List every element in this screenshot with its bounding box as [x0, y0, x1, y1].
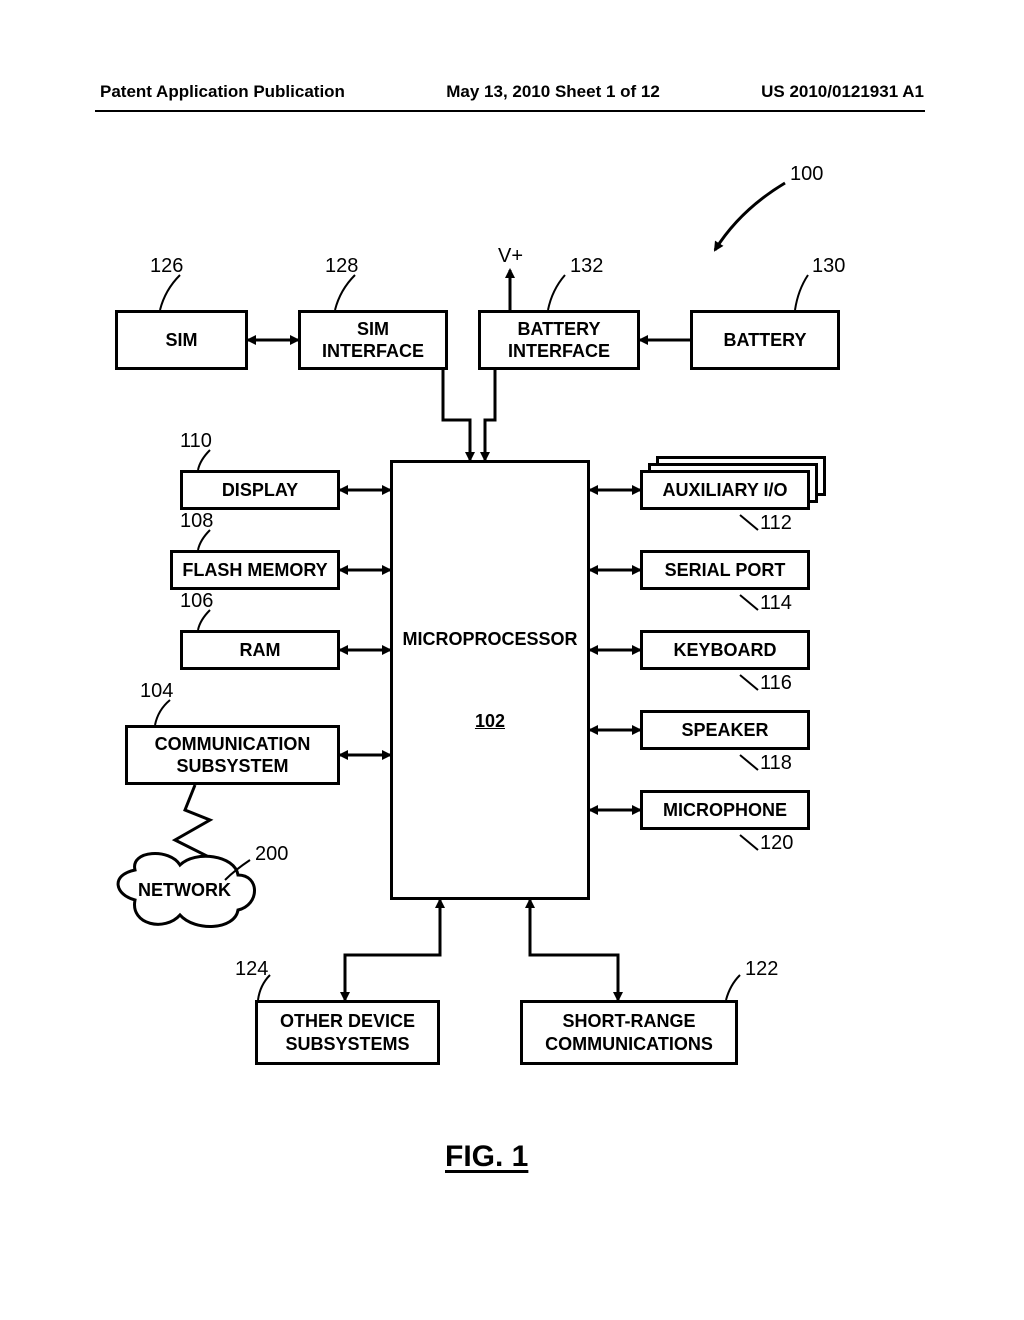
- short-range-label: SHORT-RANGE COMMUNICATIONS: [545, 1010, 713, 1055]
- flash-memory-label: FLASH MEMORY: [182, 559, 327, 582]
- other-device-label: OTHER DEVICE SUBSYSTEMS: [280, 1010, 415, 1055]
- ref-ram: 106: [180, 590, 213, 613]
- sim-interface-label: SIM INTERFACE: [322, 318, 424, 363]
- block-display: DISPLAY: [180, 470, 340, 510]
- ref-display: 110: [180, 430, 212, 453]
- ref-short-range: 122: [745, 958, 778, 981]
- vplus-label: V+: [498, 245, 523, 268]
- comm-subsystem-label: COMMUNICATION SUBSYSTEM: [155, 733, 311, 778]
- block-other-device: OTHER DEVICE SUBSYSTEMS: [255, 1000, 440, 1065]
- display-label: DISPLAY: [222, 479, 298, 502]
- serial-port-label: SERIAL PORT: [665, 559, 786, 582]
- network-label: NETWORK: [138, 880, 231, 900]
- ref-comm-subsystem: 104: [140, 680, 173, 703]
- ref-sim-interface: 128: [325, 255, 358, 278]
- microphone-label: MICROPHONE: [663, 799, 787, 822]
- ref-serial-port: 114: [760, 592, 792, 615]
- ref-flash-memory: 108: [180, 510, 213, 533]
- block-sim-interface: SIM INTERFACE: [298, 310, 448, 370]
- block-ram: RAM: [180, 630, 340, 670]
- microprocessor-label: MICROPROCESSOR: [402, 628, 577, 651]
- block-battery: BATTERY: [690, 310, 840, 370]
- keyboard-label: KEYBOARD: [673, 639, 776, 662]
- block-battery-interface: BATTERY INTERFACE: [478, 310, 640, 370]
- ref-battery-interface: 132: [570, 255, 603, 278]
- block-sim: SIM: [115, 310, 248, 370]
- figure-caption: FIG. 1: [445, 1140, 528, 1174]
- diagram-canvas: 100 V+ SIM 126 SIM INTERFACE 128 BATTERY…: [0, 0, 1024, 1320]
- block-microprocessor: MICROPROCESSOR 102: [390, 460, 590, 900]
- ref-sim: 126: [150, 255, 183, 278]
- ref-network: 200: [255, 843, 288, 866]
- battery-label: BATTERY: [724, 329, 807, 352]
- block-short-range: SHORT-RANGE COMMUNICATIONS: [520, 1000, 738, 1065]
- aux-io-label: AUXILIARY I/O: [662, 479, 787, 502]
- ref-other-device: 124: [235, 958, 268, 981]
- ref-microphone: 120: [760, 832, 793, 855]
- microprocessor-ref: 102: [475, 710, 505, 733]
- ref-aux-io: 112: [760, 512, 792, 535]
- battery-interface-label: BATTERY INTERFACE: [508, 318, 610, 363]
- sim-label: SIM: [165, 329, 197, 352]
- block-flash-memory: FLASH MEMORY: [170, 550, 340, 590]
- speaker-label: SPEAKER: [681, 719, 768, 742]
- ref-system: 100: [790, 163, 823, 186]
- block-serial-port: SERIAL PORT: [640, 550, 810, 590]
- block-keyboard: KEYBOARD: [640, 630, 810, 670]
- ref-keyboard: 116: [760, 672, 792, 695]
- ref-speaker: 118: [760, 752, 792, 775]
- block-aux-io: AUXILIARY I/O: [640, 470, 810, 510]
- block-network: NETWORK: [138, 880, 231, 901]
- ref-battery: 130: [812, 255, 845, 278]
- block-microphone: MICROPHONE: [640, 790, 810, 830]
- ram-label: RAM: [240, 639, 281, 662]
- block-speaker: SPEAKER: [640, 710, 810, 750]
- block-comm-subsystem: COMMUNICATION SUBSYSTEM: [125, 725, 340, 785]
